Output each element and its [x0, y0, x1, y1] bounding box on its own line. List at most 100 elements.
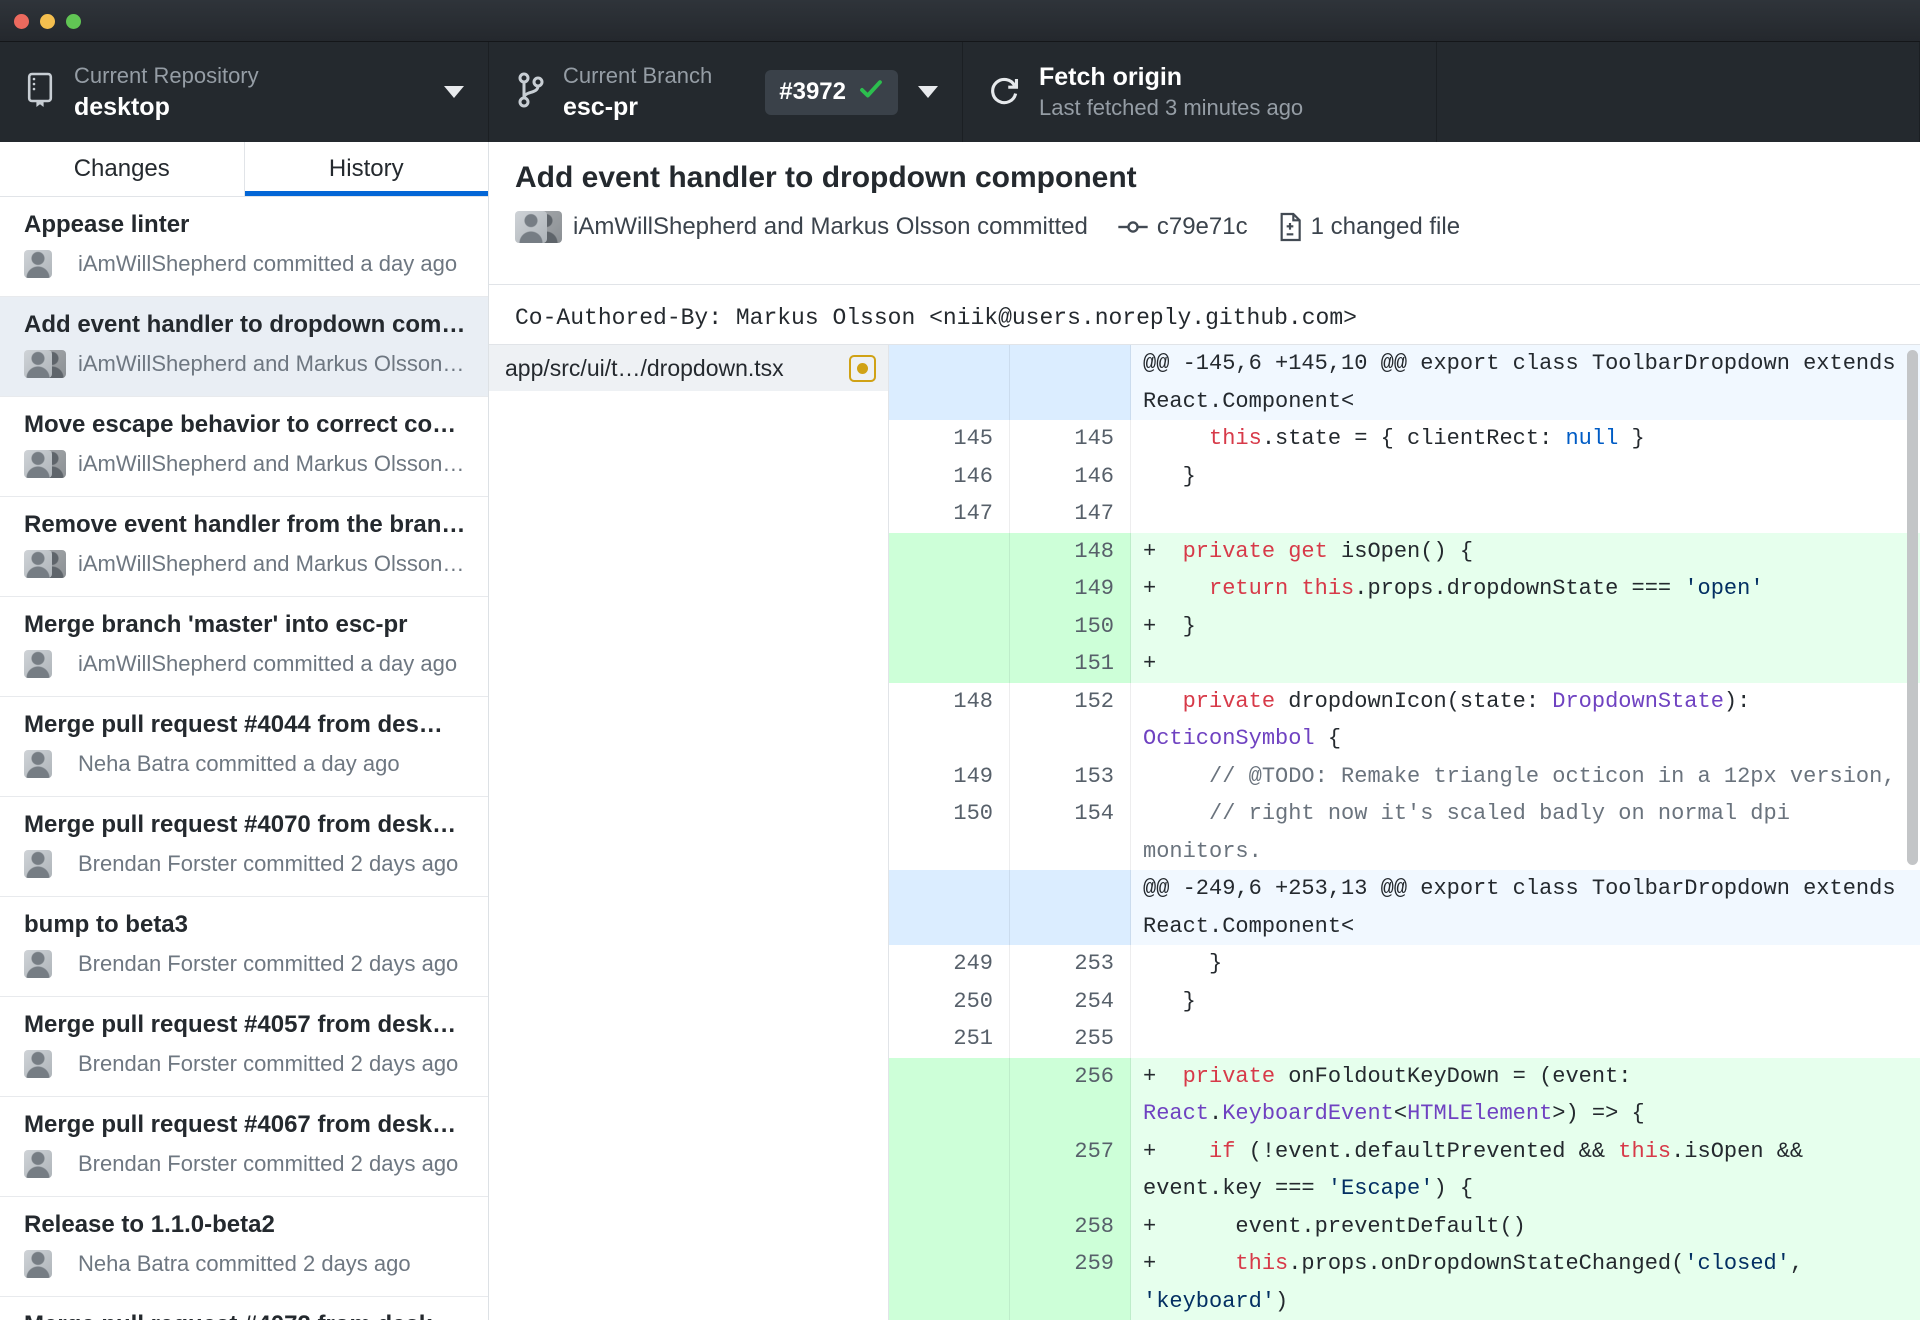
- window-titlebar: [0, 0, 1920, 42]
- diff-old-line-number: [889, 645, 1010, 683]
- diff-new-line-number: 257: [1010, 1132, 1131, 1208]
- commit-meta-text: Neha Batra committed 2 days ago: [78, 1251, 411, 1276]
- diff-new-line-number: 256: [1010, 1057, 1131, 1133]
- tab-changes[interactable]: Changes: [0, 142, 245, 196]
- branch-dropdown-button[interactable]: Current Branch esc-pr #3972: [489, 42, 963, 142]
- diff-new-line-number: 254: [1010, 982, 1131, 1020]
- commit-title: Merge pull request #4067 from desk…: [24, 1111, 457, 1138]
- code-token: >) => {: [1552, 1101, 1645, 1126]
- modified-status-icon: [849, 354, 876, 382]
- commit-meta-text: iAmWillShepherd and Markus Olsson…: [78, 451, 465, 476]
- commit-title: Merge pull request #4072 from desk…: [24, 1310, 468, 1320]
- avatar: [24, 1050, 52, 1078]
- file-list-item[interactable]: app/src/ui/t…/dropdown.tsx: [489, 345, 888, 391]
- avatar-stack: [24, 1249, 66, 1279]
- diff-row: 259 + this.props.onDropdownStateChanged('…: [889, 1245, 1920, 1320]
- code-token: null: [1565, 426, 1619, 451]
- scrollbar-thumb[interactable]: [1907, 350, 1918, 865]
- code-token: .state = { clientRect:: [1261, 426, 1566, 451]
- commit-list-item[interactable]: Merge pull request #4044 from des… Neha B…: [0, 697, 488, 797]
- diff-old-line-number: 251: [889, 1020, 1010, 1058]
- zoom-button[interactable]: [66, 14, 81, 29]
- avatar: [24, 450, 52, 478]
- diff-new-line-number: 151: [1010, 645, 1131, 683]
- tab-history[interactable]: History: [245, 142, 489, 196]
- commit-list-item[interactable]: Add event handler to dropdown com… iAmWil…: [0, 297, 488, 397]
- avatar: [24, 1150, 52, 1178]
- commit-list-item[interactable]: Merge pull request #4072 from desk…: [0, 1297, 488, 1320]
- commit-meta: Brendan Forster committed 2 days ago: [24, 1149, 468, 1179]
- file-path: app/src/ui/t…/dropdown.tsx: [505, 354, 784, 381]
- diff-old-line-number: [889, 1207, 1010, 1245]
- diff-old-line-number: 149: [889, 757, 1010, 795]
- diff-new-line-number: 149: [1010, 570, 1131, 608]
- code-token: return: [1209, 576, 1289, 601]
- repository-dropdown-button[interactable]: Current Repository desktop: [0, 42, 489, 142]
- avatar-stack: [515, 210, 562, 244]
- diff-row: 250 254 }: [889, 982, 1920, 1020]
- commit-meta: Brendan Forster committed 2 days ago: [24, 949, 468, 979]
- diff-code-line: + this.props.onDropdownStateChanged('clo…: [1131, 1245, 1920, 1320]
- diff-old-line-number: 249: [889, 945, 1010, 983]
- commit-list-item[interactable]: Merge pull request #4067 from desk… Brend…: [0, 1097, 488, 1197]
- check-icon: [858, 76, 884, 109]
- traffic-lights: [14, 14, 81, 29]
- commit-list-item[interactable]: Move escape behavior to correct co… iAmWi…: [0, 397, 488, 497]
- commit-meta-text: Brendan Forster committed 2 days ago: [78, 851, 459, 876]
- commit-list-item[interactable]: Merge branch 'master' into esc-pr iAmWill…: [0, 597, 488, 697]
- code-token: dropdownIcon(state:: [1275, 688, 1553, 714]
- commit-meta-text: Neha Batra committed a day ago: [78, 751, 400, 776]
- code-token: this: [1301, 576, 1355, 601]
- commit-list-item[interactable]: Remove event handler from the bran… iAmWi…: [0, 497, 488, 597]
- commit-list-item[interactable]: Release to 1.1.0-beta2 Neha Batra committ…: [0, 1197, 488, 1297]
- code-token: 'closed': [1684, 1251, 1790, 1276]
- diff-row: @@ -145,6 +145,10 @@ export class Toolba…: [889, 345, 1920, 420]
- git-commit-icon: [1118, 219, 1148, 235]
- diff-code-line: @@ -145,6 +145,10 @@ export class Toolba…: [1131, 345, 1920, 420]
- branch-label: Current Branch: [563, 63, 713, 88]
- pr-status-badge: #3972: [765, 69, 898, 115]
- diff-row: 150 154 // right now it's scaled badly on…: [889, 795, 1920, 870]
- diff-old-line-number: [889, 345, 1010, 420]
- sync-icon: [987, 73, 1021, 112]
- commit-meta: iAmWillShepherd and Markus Olsson…: [24, 549, 468, 579]
- close-button[interactable]: [14, 14, 29, 29]
- avatar-stack: [24, 949, 66, 979]
- commit-list-item[interactable]: Merge pull request #4070 from desk… Brend…: [0, 797, 488, 897]
- diff-old-line-number: 148: [889, 682, 1010, 758]
- commit-title: Appease linter: [24, 211, 190, 238]
- avatar: [24, 1250, 52, 1278]
- diff-code-line: private dropdownIcon(state: DropdownStat…: [1131, 683, 1920, 758]
- commit-list-item[interactable]: Merge pull request #4057 from desk… Brend…: [0, 997, 488, 1097]
- commit-list-item[interactable]: Appease linter iAmWillShepherd committed …: [0, 197, 488, 297]
- commit-list-item[interactable]: bump to beta3 Brendan Forster committed 2…: [0, 897, 488, 997]
- commit-meta: Brendan Forster committed 2 days ago: [24, 849, 468, 879]
- minimize-button[interactable]: [40, 14, 55, 29]
- avatar-stack: [24, 1049, 66, 1079]
- diff-new-line-number: 148: [1010, 532, 1131, 570]
- fetch-origin-button[interactable]: Fetch origin Last fetched 3 minutes ago: [963, 42, 1437, 142]
- commit-title: Release to 1.1.0-beta2: [24, 1211, 275, 1238]
- avatar: [24, 350, 52, 378]
- avatar-stack: [24, 1149, 66, 1179]
- commit-sha[interactable]: c79e71c: [1157, 213, 1248, 241]
- code-token: +: [1143, 1138, 1210, 1164]
- diff-row: 148 + private get isOpen() {: [889, 532, 1920, 570]
- diff-code-line: this.state = { clientRect: null }: [1131, 420, 1920, 458]
- pr-number: #3972: [779, 78, 846, 105]
- commit-meta-text: iAmWillShepherd and Markus Olsson…: [78, 551, 465, 576]
- commit-title: Add event handler to dropdown com…: [24, 311, 466, 338]
- diff-code-line: + }: [1131, 607, 1920, 645]
- commit-authors: iAmWillShepherd and Markus Olsson commit…: [573, 213, 1088, 240]
- code-token: .: [1209, 1101, 1223, 1126]
- diff-new-line-number: 150: [1010, 607, 1131, 645]
- code-token: .props.dropdownState ===: [1354, 576, 1685, 601]
- code-token: +: [1143, 576, 1210, 601]
- diff-code-line: }: [1131, 945, 1920, 983]
- diff-row: 145 145 this.state = { clientRect: null }: [889, 420, 1920, 458]
- code-token: 'keyboard': [1143, 1288, 1276, 1314]
- code-token: ):: [1723, 688, 1764, 714]
- code-token: (!event.defaultPrevented &&: [1235, 1138, 1619, 1164]
